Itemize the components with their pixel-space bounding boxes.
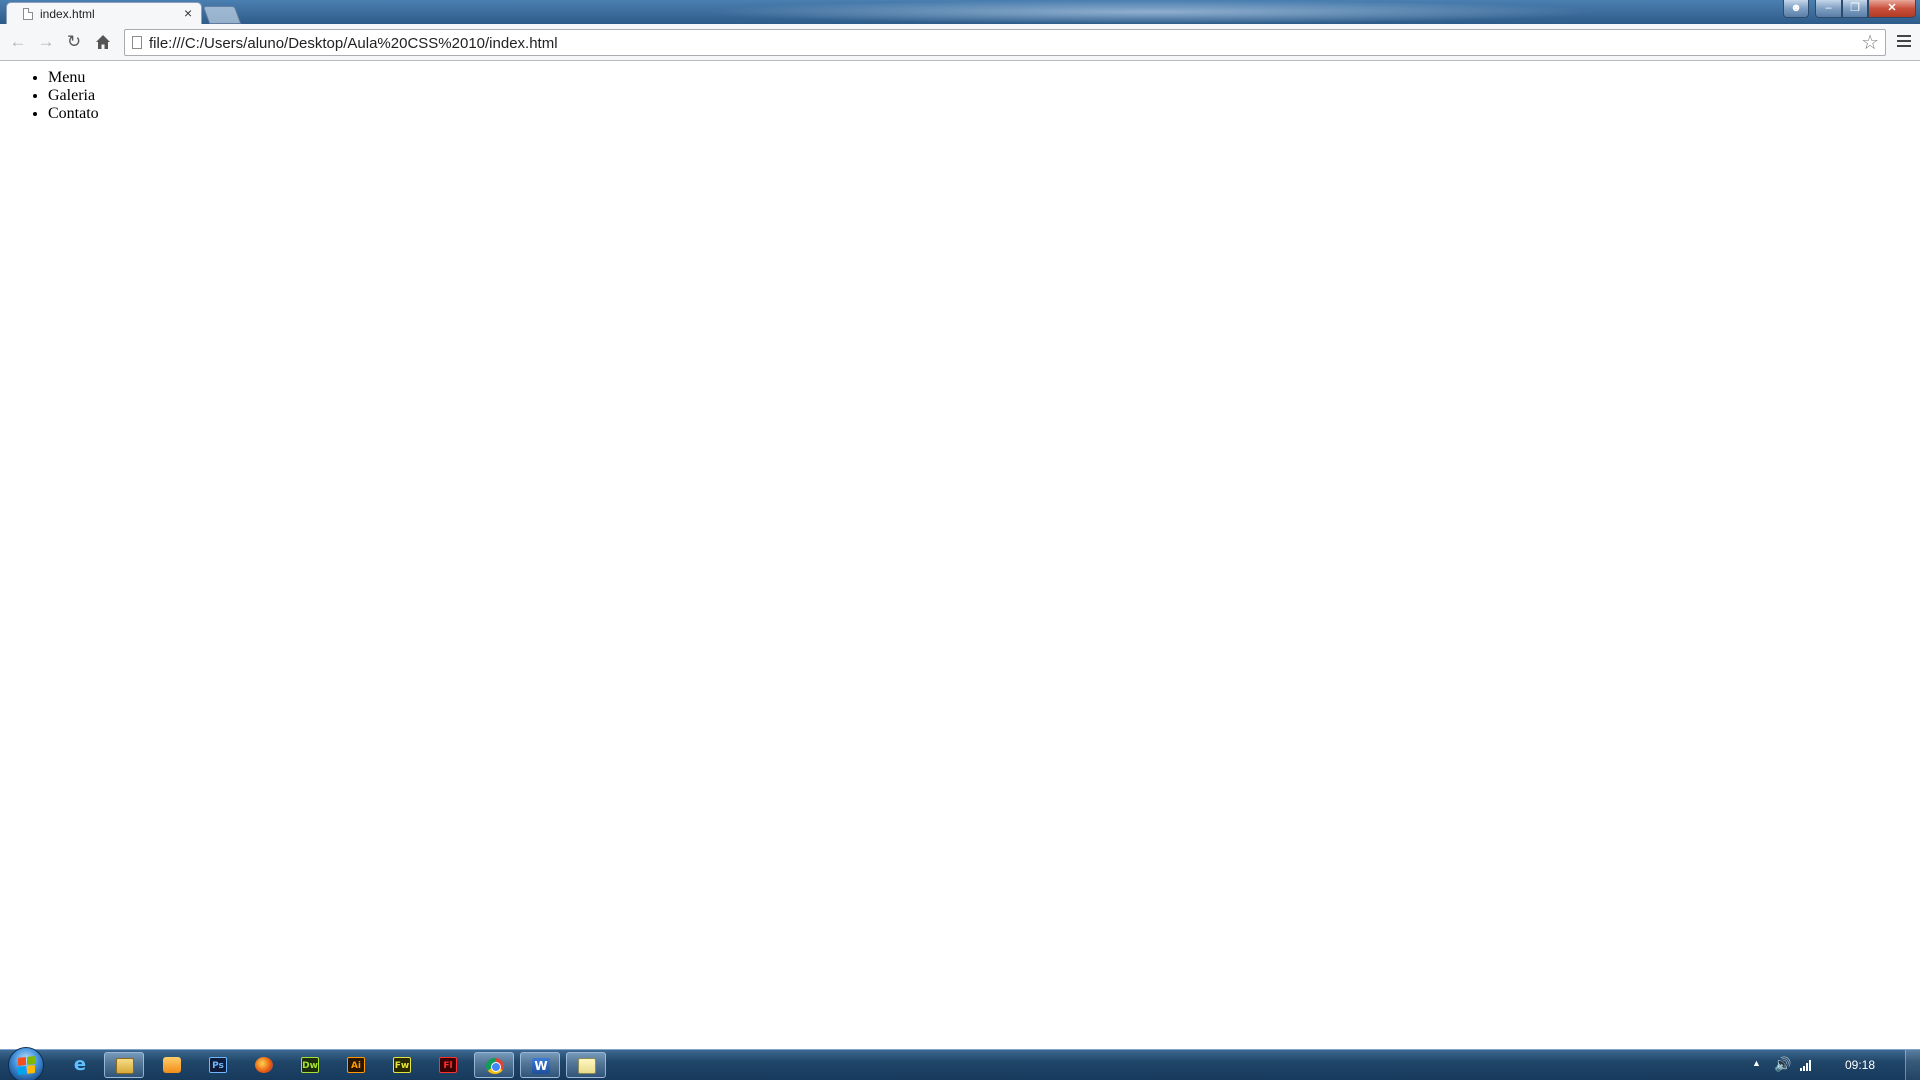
page-content: Menu Galeria Contato — [0, 61, 1920, 1049]
fireworks-icon: Fw — [393, 1057, 411, 1073]
screen: index.html × ☻ – ❐ ✕ ← → ↻ file:///C:/Us… — [0, 0, 1920, 1080]
page-icon — [132, 36, 142, 49]
taskbar-media-player[interactable] — [152, 1052, 192, 1078]
reload-icon[interactable]: ↻ — [64, 32, 84, 52]
windows-logo-icon — [18, 1056, 35, 1075]
user-profile-icon[interactable]: ☻ — [1783, 0, 1809, 18]
folder-icon — [116, 1058, 134, 1074]
show-desktop-button[interactable] — [1905, 1050, 1920, 1080]
hamburger-menu-icon[interactable] — [1897, 35, 1911, 49]
forward-arrow-icon[interactable]: → — [36, 32, 56, 52]
address-bar[interactable]: file:///C:/Users/aluno/Desktop/Aula%20CS… — [124, 29, 1886, 56]
dreamweaver-icon: Dw — [301, 1057, 319, 1073]
maximize-button[interactable]: ❐ — [1842, 0, 1868, 18]
taskbar-dreamweaver[interactable]: Dw — [290, 1052, 330, 1078]
media-player-icon — [163, 1057, 181, 1073]
list-item-galeria: Galeria — [48, 87, 1920, 105]
browser-toolbar: ← → ↻ file:///C:/Users/aluno/Desktop/Aul… — [0, 24, 1920, 61]
home-icon[interactable] — [93, 32, 113, 52]
taskbar: e Ps Dw Ai Fw Fl W ▲ 🔊 09:18 — [0, 1047, 1920, 1080]
window-controls: ☻ – ❐ ✕ — [1783, 0, 1916, 18]
new-tab-button[interactable] — [202, 6, 242, 24]
photoshop-icon: Ps — [209, 1057, 227, 1073]
word-icon: W — [532, 1058, 550, 1074]
tab-title: index.html — [40, 7, 95, 21]
notepad-icon — [578, 1058, 596, 1074]
minimize-button[interactable]: – — [1815, 0, 1842, 18]
tab-close-icon[interactable]: × — [184, 5, 192, 21]
tab-index-html[interactable]: index.html × — [6, 2, 202, 24]
network-signal-icon[interactable] — [1800, 1059, 1816, 1071]
clock[interactable]: 09:18 — [1845, 1058, 1875, 1072]
back-arrow-icon[interactable]: ← — [8, 32, 28, 52]
list-item-contato: Contato — [48, 105, 1920, 123]
taskbar-chrome[interactable] — [474, 1052, 514, 1078]
taskbar-windows-explorer[interactable] — [104, 1052, 144, 1078]
browser-tabstrip: index.html × ☻ – ❐ ✕ — [0, 0, 1920, 24]
system-tray: ▲ 🔊 09:18 — [1750, 1050, 1920, 1080]
flash-icon: Fl — [439, 1057, 457, 1073]
taskbar-photoshop[interactable]: Ps — [198, 1052, 238, 1078]
list-item-menu: Menu — [48, 69, 1920, 87]
page-icon — [23, 8, 33, 20]
taskbar-illustrator[interactable]: Ai — [336, 1052, 376, 1078]
firefox-icon — [255, 1057, 273, 1073]
chrome-icon — [486, 1058, 504, 1074]
star-icon[interactable]: ☆ — [1861, 31, 1879, 55]
show-hidden-icons-icon[interactable]: ▲ — [1752, 1058, 1761, 1068]
address-url[interactable]: file:///C:/Users/aluno/Desktop/Aula%20CS… — [149, 35, 558, 52]
start-button[interactable] — [8, 1047, 44, 1080]
taskbar-notepad[interactable] — [566, 1052, 606, 1078]
internet-explorer-icon: e — [73, 1054, 87, 1075]
menu-list: Menu Galeria Contato — [0, 69, 1920, 123]
taskbar-internet-explorer[interactable]: e — [60, 1052, 100, 1078]
taskbar-word[interactable]: W — [520, 1052, 560, 1078]
taskbar-fireworks[interactable]: Fw — [382, 1052, 422, 1078]
illustrator-icon: Ai — [347, 1057, 365, 1073]
volume-icon[interactable]: 🔊 — [1774, 1056, 1791, 1073]
close-window-button[interactable]: ✕ — [1868, 0, 1916, 18]
taskbar-flash[interactable]: Fl — [428, 1052, 468, 1078]
taskbar-firefox[interactable] — [244, 1052, 284, 1078]
